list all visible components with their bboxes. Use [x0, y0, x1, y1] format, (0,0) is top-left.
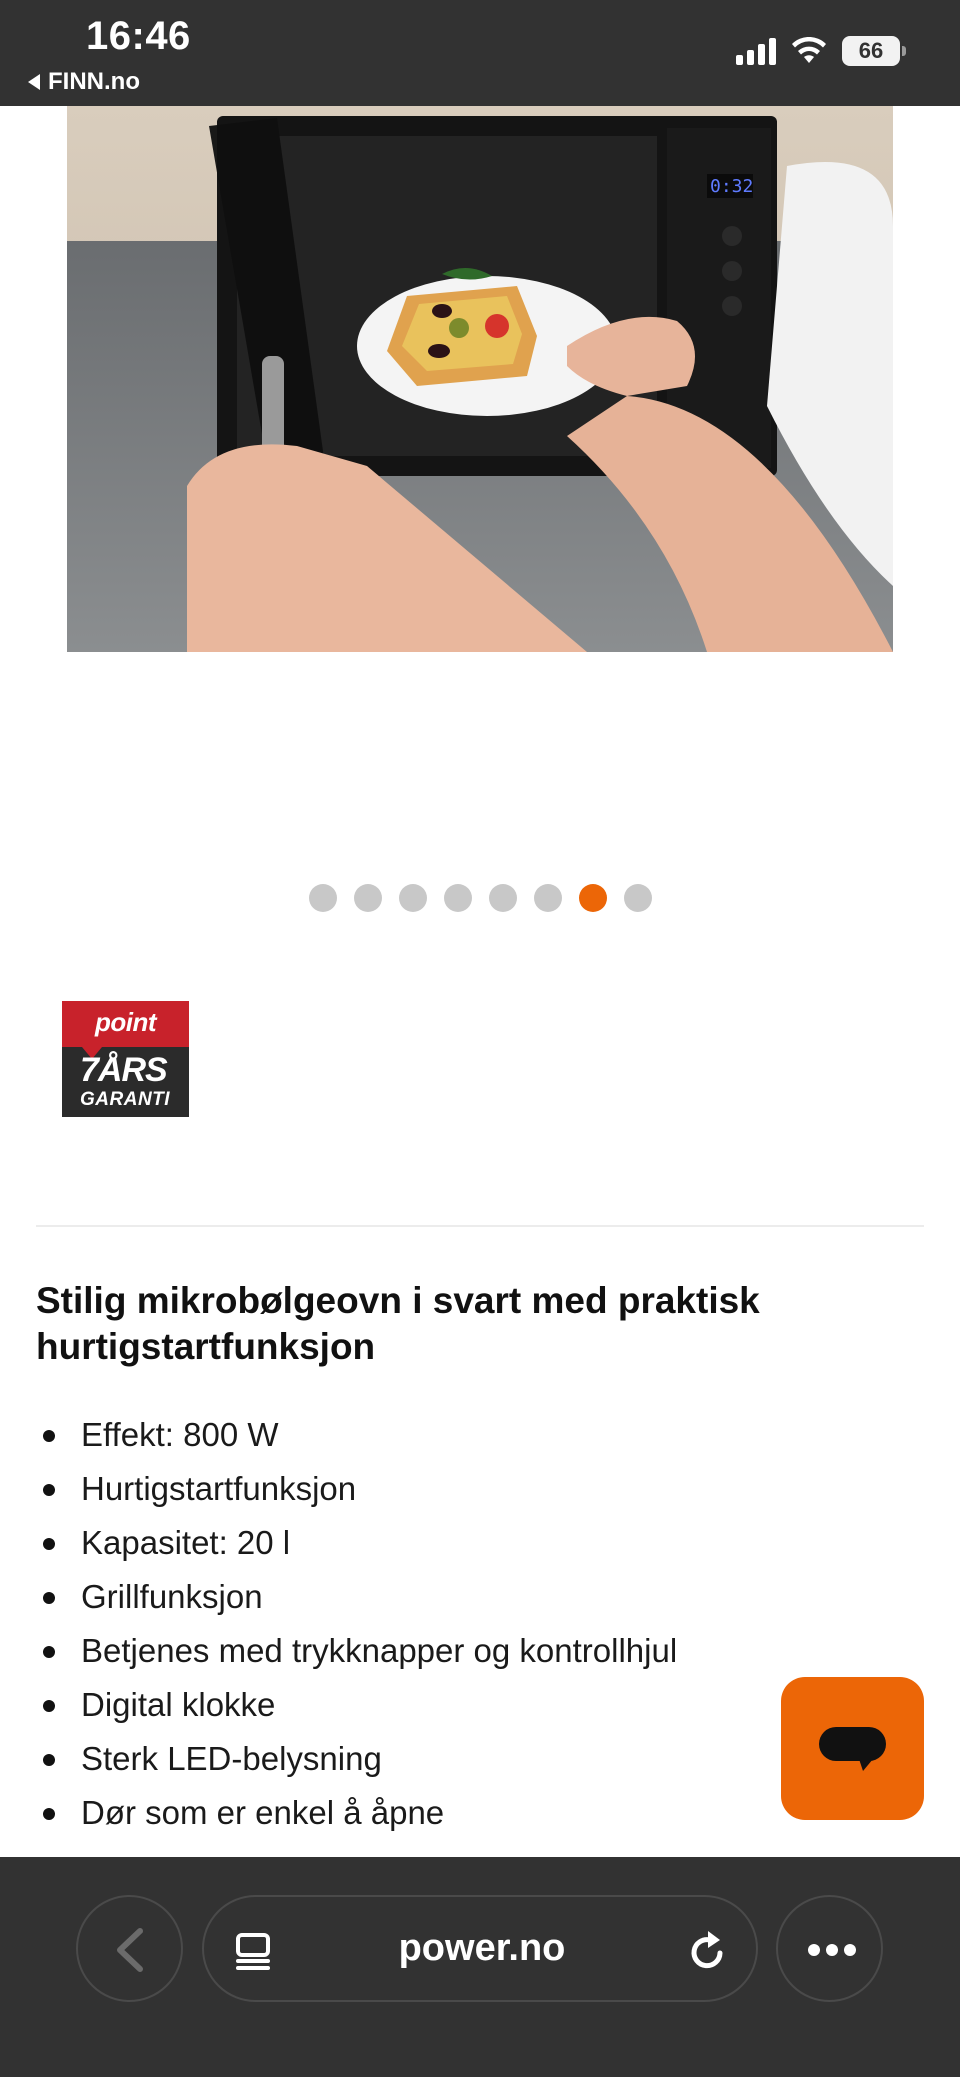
carousel-dot[interactable]: [623, 884, 652, 912]
product-headline: Stilig mikrobølgeovn i svart med praktis…: [36, 1280, 760, 1367]
feature-item: Sterk LED-belysning: [36, 1732, 836, 1786]
browser-toolbar: power.no: [0, 1857, 960, 2077]
badge-brand-text: point: [94, 1007, 157, 1037]
ellipsis-icon: [808, 1944, 856, 1956]
chat-bubble-icon: [819, 1727, 886, 1771]
feature-item: Hurtigstartfunksjon: [36, 1462, 836, 1516]
back-triangle-icon: [28, 74, 40, 90]
carousel-dot[interactable]: [353, 884, 382, 912]
back-to-app-link[interactable]: FINN.no: [28, 68, 140, 96]
feature-item: Kapasitet: 20 l: [36, 1516, 836, 1570]
browser-back-button[interactable]: [76, 1895, 183, 2002]
carousel-dot-active[interactable]: [578, 884, 607, 912]
badge-sub-text: GARANTI: [80, 1089, 171, 1110]
microwave-photo: 0:32: [67, 106, 893, 652]
section-divider: [36, 1225, 924, 1227]
address-bar-url: power.no: [398, 1927, 566, 1969]
feature-list: Effekt: 800 W Hurtigstartfunksjon Kapasi…: [36, 1408, 836, 1840]
microwave-display-text: 0:32: [710, 176, 753, 197]
chevron-left-icon: [117, 1928, 143, 1972]
chat-button[interactable]: [781, 1677, 924, 1820]
back-app-label: FINN.no: [48, 68, 140, 95]
carousel-dot[interactable]: [443, 884, 472, 912]
carousel-dot[interactable]: [398, 884, 427, 912]
feature-item: Effekt: 800 W: [36, 1408, 836, 1462]
cellular-signal-icon: [736, 37, 776, 65]
feature-item: Dør som er enkel å åpne: [36, 1786, 836, 1840]
reload-icon[interactable]: [688, 1929, 728, 1973]
product-image[interactable]: 0:32: [67, 106, 893, 652]
wifi-icon: [792, 37, 826, 63]
carousel-dot[interactable]: [533, 884, 562, 912]
carousel-dot[interactable]: [308, 884, 337, 912]
battery-icon: 66: [842, 36, 906, 66]
screen: 16:46 FINN.no 66 0:32 point 7ÅRS GARANTI…: [0, 0, 960, 2077]
feature-item: Grillfunksjon: [36, 1570, 836, 1624]
address-bar[interactable]: power.no: [202, 1895, 758, 2002]
badge-years-text: 7ÅRS: [80, 1051, 168, 1089]
point-guarantee-badge: point 7ÅRS GARANTI: [62, 1001, 189, 1117]
status-bar: 16:46 FINN.no 66: [0, 0, 960, 106]
image-carousel-pagination: [0, 884, 960, 912]
feature-item: Digital klokke: [36, 1678, 836, 1732]
status-time: 16:46: [86, 14, 191, 58]
carousel-dot[interactable]: [488, 884, 517, 912]
feature-item: Betjenes med trykknapper og kontrollhjul: [36, 1624, 836, 1678]
more-options-button[interactable]: [776, 1895, 883, 2002]
status-icons: 66: [736, 36, 906, 66]
